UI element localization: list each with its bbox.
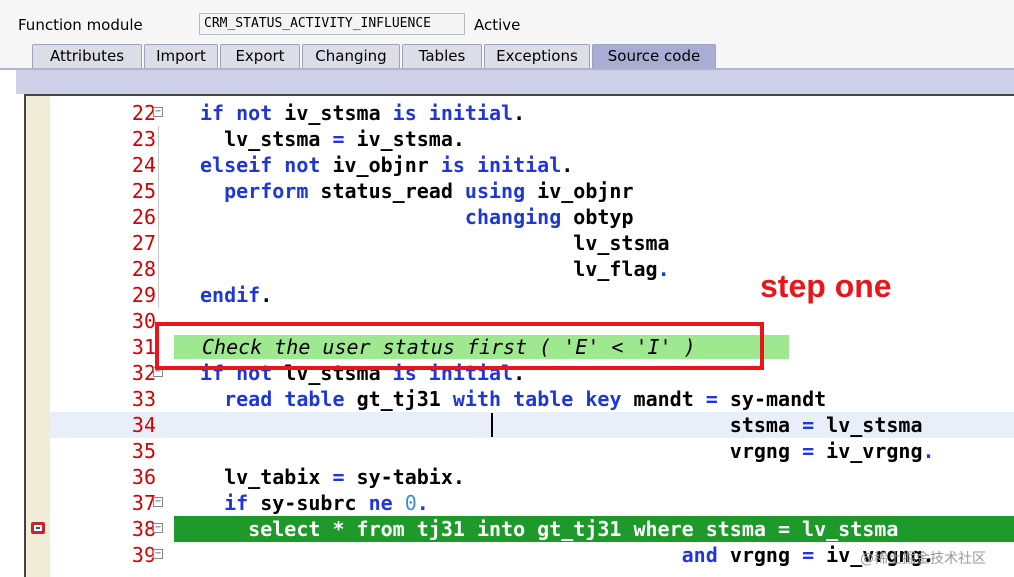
fold-guide xyxy=(158,204,159,230)
line-number: 25 xyxy=(131,179,156,203)
line-number: 26 xyxy=(131,205,156,229)
fold-toggle-icon[interactable]: − xyxy=(153,497,163,507)
code-line[interactable]: 36 lv_tabix = sy-tabix. xyxy=(50,464,1014,490)
watermark-text: @稀土掘金技术社区 xyxy=(860,551,986,567)
fold-guide xyxy=(158,256,159,282)
line-number: 37 xyxy=(131,491,156,515)
code-line[interactable]: 34 stsma = lv_stsma xyxy=(50,412,1014,438)
code-text: vrgng = iv_vrgng. xyxy=(200,439,935,463)
fold-toggle-icon[interactable]: − xyxy=(153,107,163,117)
code-text: lv_flag. xyxy=(200,257,670,281)
code-text: lv_stsma xyxy=(200,231,670,255)
code-line[interactable]: 33 read table gt_tj31 with table key man… xyxy=(50,386,1014,412)
line-number: 23 xyxy=(131,127,156,151)
editor-toolbar-band xyxy=(16,70,1014,94)
fold-guide xyxy=(158,230,159,256)
line-number: 27 xyxy=(131,231,156,255)
breakpoint-gutter[interactable] xyxy=(26,96,50,577)
line-number: 35 xyxy=(131,439,156,463)
annotation-red-box xyxy=(155,322,764,370)
code-text: and vrgng = iv_vrgng. xyxy=(681,543,935,567)
fold-guide xyxy=(158,126,159,152)
tab-tables[interactable]: Tables xyxy=(402,44,482,68)
code-line[interactable]: 23 lv_stsma = iv_stsma. xyxy=(50,126,1014,152)
code-text: stsma = lv_stsma xyxy=(200,413,923,437)
line-number: 36 xyxy=(131,465,156,489)
code-line[interactable]: 38− select * from tj31 into gt_tj31 wher… xyxy=(31,516,1014,542)
code-text: if not iv_stsma is initial. xyxy=(200,101,526,125)
tab-exceptions[interactable]: Exceptions xyxy=(484,44,590,68)
code-text: lv_stsma = iv_stsma. xyxy=(200,127,465,151)
fold-toggle-icon[interactable]: − xyxy=(153,523,163,533)
code-line[interactable]: 35 vrgng = iv_vrgng. xyxy=(50,438,1014,464)
code-line[interactable]: 27 lv_stsma xyxy=(50,230,1014,256)
line-number: 39 xyxy=(131,543,156,567)
fold-toggle-icon[interactable]: − xyxy=(153,549,163,559)
text-cursor xyxy=(491,413,493,437)
code-line[interactable]: 26 changing obtyp xyxy=(50,204,1014,230)
line-number: 30 xyxy=(131,309,156,333)
code-text: if sy-subrc ne 0. xyxy=(224,491,429,515)
breakpoint-icon[interactable] xyxy=(30,520,46,536)
status-label: Active xyxy=(474,16,521,34)
line-number: 31 xyxy=(131,335,156,359)
tab-attributes[interactable]: Attributes xyxy=(32,44,142,68)
tab-import[interactable]: Import xyxy=(144,44,218,68)
code-line[interactable]: 25 perform status_read using iv_objnr xyxy=(50,178,1014,204)
code-text: lv_tabix = sy-tabix. xyxy=(200,465,465,489)
code-text: changing obtyp xyxy=(464,205,634,229)
tab-strip: Attributes Import Export Changing Tables… xyxy=(0,44,1014,70)
code-text: endif. xyxy=(200,283,273,307)
tab-export[interactable]: Export xyxy=(220,44,300,68)
fold-guide xyxy=(158,282,159,308)
line-number: 29 xyxy=(131,283,156,307)
line-number: 38 xyxy=(131,517,156,541)
code-line[interactable]: 24 elseif not iv_objnr is initial. xyxy=(50,152,1014,178)
fold-guide xyxy=(158,178,159,204)
code-text: perform status_read using iv_objnr xyxy=(224,179,634,203)
tab-source-code[interactable]: Source code xyxy=(592,44,716,68)
code-text: elseif not iv_objnr is initial. xyxy=(200,153,574,177)
tab-changing[interactable]: Changing xyxy=(302,44,400,68)
code-text: read table gt_tj31 with table key mandt … xyxy=(224,387,827,411)
code-line[interactable]: 22− if not iv_stsma is initial. xyxy=(50,100,1014,126)
line-number: 33 xyxy=(131,387,156,411)
line-number: 28 xyxy=(131,257,156,281)
function-module-label: Function module xyxy=(18,16,143,34)
line-number: 24 xyxy=(131,153,156,177)
code-text: select * from tj31 into gt_tj31 where st… xyxy=(200,517,899,541)
function-module-header: Function module CRM_STATUS_ACTIVITY_INFL… xyxy=(0,0,1014,44)
line-number: 34 xyxy=(131,413,156,437)
fold-guide xyxy=(158,152,159,178)
line-number: 32 xyxy=(131,361,156,385)
line-number: 22 xyxy=(131,101,156,125)
annotation-step-one: step one xyxy=(760,268,892,304)
code-line[interactable]: 37− if sy-subrc ne 0. xyxy=(50,490,1014,516)
function-module-name-field[interactable]: CRM_STATUS_ACTIVITY_INFLUENCE xyxy=(199,13,465,35)
